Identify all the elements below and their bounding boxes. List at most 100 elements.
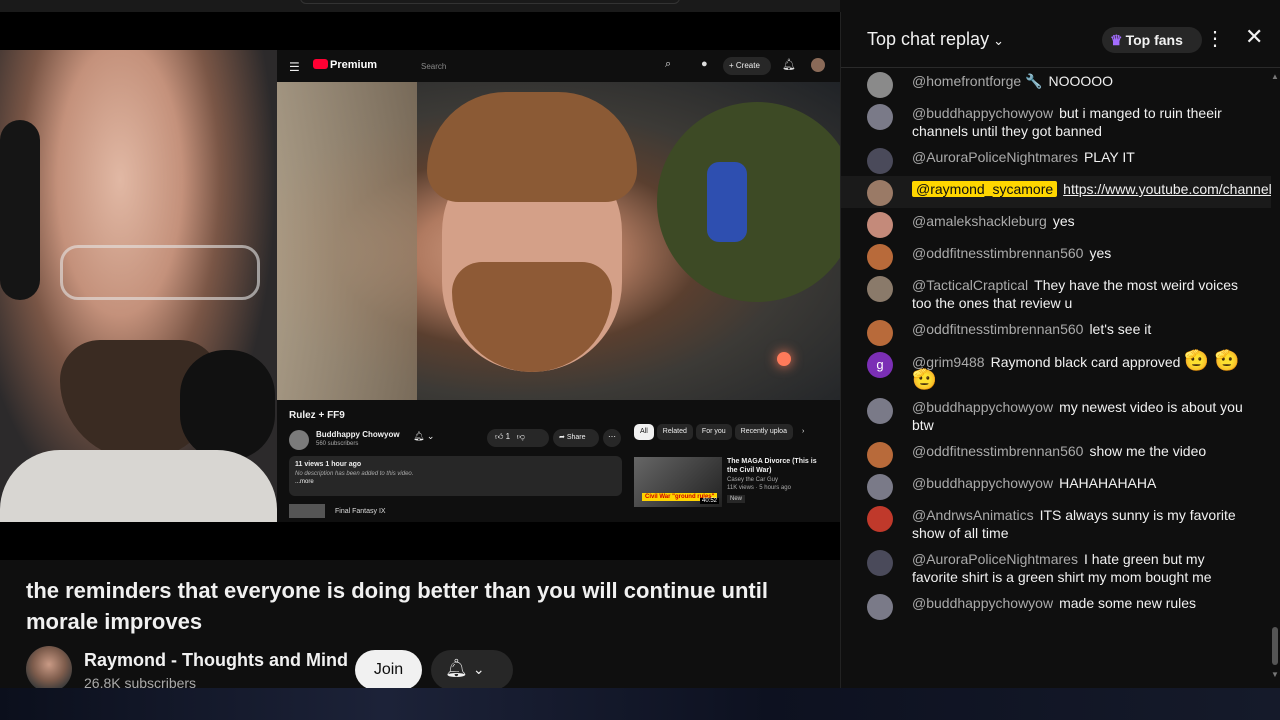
chat-message[interactable]: @TacticalCraptical They have the most wei… (841, 272, 1271, 316)
chat-author[interactable]: @raymond_sycamore (912, 181, 1058, 197)
chat-message[interactable]: @amalekshackleburg yes (841, 208, 1271, 240)
chat-message[interactable]: @homefrontforge 🔧 NOOOOO (841, 68, 1271, 100)
chat-avatar[interactable] (867, 594, 893, 620)
chat-message[interactable]: @raymond_sycamore https://www.youtube.com… (841, 176, 1271, 208)
channel-name[interactable]: Raymond - Thoughts and Mind (84, 650, 348, 671)
chat-author[interactable]: @buddhappychowyow (912, 399, 1053, 415)
rec-new-badge: New (727, 495, 746, 503)
inner-channel-avatar (289, 430, 309, 450)
chip-all: All (634, 424, 654, 440)
chat-message[interactable]: @oddfitnesstimbrennan560 show me the vide… (841, 438, 1271, 470)
red-light (777, 352, 791, 366)
chip-bar: All Related For you Recently uploa › (634, 420, 813, 440)
top-fans-button[interactable]: ♛ Top fans (1102, 27, 1202, 53)
chat-author[interactable]: @AuroraPoliceNightmares (912, 149, 1078, 165)
masthead-search-fragment (300, 0, 680, 4)
chat-message[interactable]: @buddhappychowyow made some new rules (841, 590, 1271, 622)
like-dislike-buttons: 👍︎ 1 👎︎ (487, 429, 549, 447)
chip-recent: Recently uploa (734, 424, 793, 440)
close-icon[interactable]: ✕ (1245, 24, 1263, 50)
chat-message[interactable]: @oddfitnesstimbrennan560 yes (841, 240, 1271, 272)
crown-icon: ♛ (1110, 32, 1123, 48)
chat-author[interactable]: @AuroraPoliceNightmares (912, 551, 1078, 567)
chat-scrollbar[interactable]: ▲ ▼ (1271, 72, 1279, 682)
search-icon: ⌕ (665, 58, 672, 70)
chat-avatar[interactable] (867, 474, 893, 500)
chat-text: let's see it (1089, 321, 1152, 337)
chat-message[interactable]: @oddfitnesstimbrennan560 let's see it (841, 316, 1271, 348)
chat-text: NOOOOO (1048, 73, 1114, 89)
next-item: Final Fantasy IX (289, 504, 386, 518)
chat-avatar[interactable]: g (867, 352, 893, 378)
chat-message[interactable]: @buddhappychowyow my newest video is abou… (841, 394, 1271, 438)
chat-message[interactable]: @AndrwsAnimatics ITS always sunny is my f… (841, 502, 1271, 546)
chat-avatar[interactable] (867, 244, 893, 270)
scroll-down-icon[interactable]: ▼ (1271, 670, 1279, 679)
inner-video-frame (277, 69, 840, 400)
chat-text: show me the video (1089, 443, 1207, 459)
views-meta: 11 views 1 hour ago (295, 461, 362, 468)
chat-author[interactable]: @AndrwsAnimatics (912, 507, 1034, 523)
chat-avatar[interactable] (867, 320, 893, 346)
chat-header: Top chat replay ⌄ ♛ Top fans ⋮ ✕ (841, 12, 1280, 68)
channel-avatar[interactable] (26, 646, 72, 692)
chat-author[interactable]: @grim9488 (912, 354, 985, 370)
video-player[interactable]: ☰ Premium Search ⌕ ● + Create 🔔︎ Rulez +… (0, 12, 840, 560)
rec-thumbnail: Civil War "ground rules" 40:52 (634, 457, 722, 507)
chat-avatar[interactable] (867, 180, 893, 206)
glasses-shape (60, 245, 260, 300)
description-box: 11 views 1 hour ago No description has b… (289, 456, 622, 496)
chip-for-you: For you (695, 424, 732, 440)
avatar (811, 58, 825, 72)
bell-icon: 🔔︎ ⌄ (413, 431, 435, 441)
chat-author[interactable]: @oddfitnesstimbrennan560 (912, 443, 1083, 459)
chat-text: PLAY IT (1083, 149, 1135, 165)
background-strip (0, 688, 1280, 720)
chat-author[interactable]: @oddfitnesstimbrennan560 (912, 321, 1083, 337)
chat-message[interactable]: @buddhappychowyow but i manged to ruin th… (841, 100, 1271, 144)
chat-avatar[interactable] (867, 506, 893, 532)
chevron-down-icon: ⌄ (993, 33, 1004, 48)
chat-avatar[interactable] (867, 442, 893, 468)
headset-shape (0, 120, 40, 300)
scroll-up-icon[interactable]: ▲ (1271, 72, 1279, 81)
notification-button[interactable]: 🔔︎ ⌄ (431, 650, 513, 690)
chat-link[interactable]: https://www.youtube.com/channel/UCPQm... (1063, 181, 1271, 197)
chat-message[interactable]: @AuroraPoliceNightmares PLAY IT (841, 144, 1271, 176)
more-link: ...more (295, 479, 314, 485)
screen-share: ☰ Premium Search ⌕ ● + Create 🔔︎ Rulez +… (277, 50, 840, 522)
rec-meta: 11K views · 5 hours ago (727, 485, 791, 491)
chat-mode-dropdown[interactable]: Top chat replay ⌄ (867, 29, 1004, 50)
chat-avatar[interactable] (867, 148, 893, 174)
chat-author[interactable]: @buddhappychowyow (912, 105, 1053, 121)
chat-avatar[interactable] (867, 398, 893, 424)
chat-author[interactable]: @buddhappychowyow (912, 475, 1053, 491)
share-button: ➦ Share (553, 429, 599, 447)
more-options-icon[interactable]: ⋮ (1205, 26, 1225, 51)
chat-author[interactable]: @amalekshackleburg (912, 213, 1047, 229)
chat-avatar[interactable] (867, 212, 893, 238)
scroll-thumb[interactable] (1272, 627, 1278, 665)
chat-avatar[interactable] (867, 104, 893, 130)
chat-text: made some new rules (1059, 595, 1197, 611)
join-button[interactable]: Join (355, 650, 422, 690)
more-icon: ⋯ (603, 429, 621, 447)
chat-avatar[interactable] (867, 550, 893, 576)
recommended-video: Civil War "ground rules" 40:52 The MAGA … (634, 457, 834, 509)
chat-message[interactable]: @AuroraPoliceNightmares I hate green but … (841, 546, 1271, 590)
shirt-shape (0, 450, 277, 522)
chat-avatar[interactable] (867, 276, 893, 302)
bell-icon: 🔔︎ (782, 59, 796, 71)
chat-message[interactable]: @buddhappychowyow HAHAHAHAHA (841, 470, 1271, 502)
rec-channel: Casey the Car Guy (727, 477, 779, 483)
rec-title: The MAGA Divorce (This is the Civil War) (727, 458, 817, 474)
chat-author[interactable]: @TacticalCraptical (912, 277, 1028, 293)
chat-text: yes (1052, 213, 1075, 229)
chat-author[interactable]: @homefrontforge 🔧 (912, 73, 1042, 89)
chevron-right-icon: › (801, 428, 805, 435)
chat-message[interactable]: g @grim9488 Raymond black card approved 🫡 … (841, 348, 1271, 394)
chat-avatar[interactable] (867, 72, 893, 98)
chat-author[interactable]: @oddfitnesstimbrennan560 (912, 245, 1083, 261)
chat-author[interactable]: @buddhappychowyow (912, 595, 1053, 611)
inner-channel-subs: 560 subscribers (316, 441, 359, 447)
